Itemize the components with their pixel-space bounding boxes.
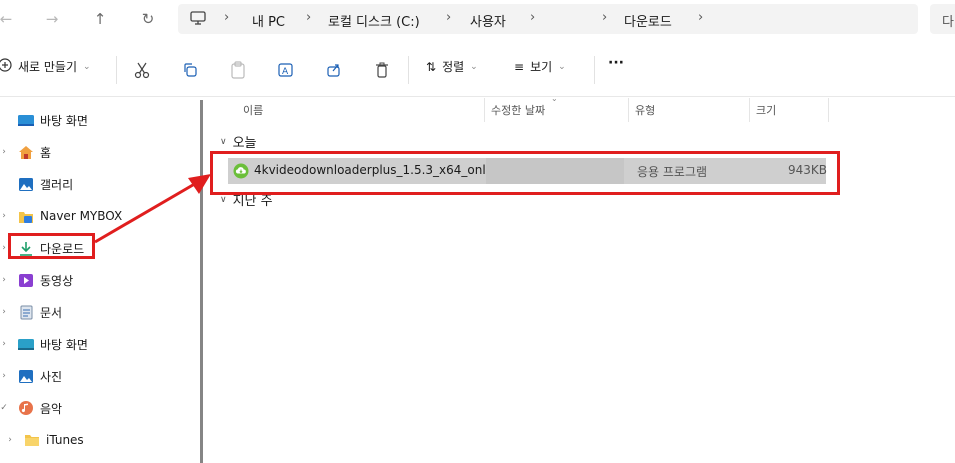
chevron-right-icon: › (306, 10, 312, 25)
breadcrumb-downloads[interactable]: 다운로드 (624, 11, 672, 30)
sort-label: 정렬 (442, 60, 465, 74)
delete-icon[interactable] (372, 60, 392, 80)
sidebar-item-label: 문서 (40, 305, 63, 320)
home-icon (18, 144, 34, 160)
address-bar[interactable]: › 내 PC › 로컬 디스크 (C:) › 사용자 › › 다운로드 › (178, 4, 918, 34)
chevron-right-icon: › (698, 10, 704, 25)
command-bar: 새로 만들기 ⌄ A ⇅ 정렬 ⌄ ≡ 보기 ⌄ ··· (0, 48, 955, 92)
toolbar-divider (408, 56, 409, 84)
breadcrumb-pc[interactable]: 내 PC (252, 11, 285, 30)
more-options-icon[interactable]: ··· (608, 55, 624, 71)
chevron-right-icon[interactable]: › (0, 243, 8, 253)
plus-circle-icon (0, 58, 12, 75)
navigation-pane: 바탕 화면 › 홈 갤러리 › Naver MYBOX › 다운로드 › 동영상… (0, 100, 200, 463)
chevron-right-icon[interactable]: › (0, 339, 8, 349)
cloud-folder-icon (18, 208, 34, 224)
annotation-arrow-icon (94, 174, 211, 244)
chevron-right-icon[interactable]: › (6, 435, 14, 445)
sidebar-item-desktop-2[interactable]: › 바탕 화면 (0, 330, 200, 358)
cut-icon[interactable] (132, 60, 152, 80)
new-label: 새로 만들기 (18, 60, 78, 74)
gallery-icon (18, 176, 34, 192)
search-box[interactable]: 다 (930, 4, 955, 34)
chevron-right-icon[interactable]: › (0, 371, 8, 381)
column-divider[interactable] (749, 98, 750, 122)
toolbar-divider (116, 56, 117, 84)
toolbar-divider (594, 56, 595, 84)
chevron-right-icon[interactable]: › (0, 275, 8, 285)
breadcrumb-local-disk[interactable]: 로컬 디스크 (C:) (328, 11, 420, 30)
svg-text:A: A (282, 67, 289, 77)
pictures-icon (18, 368, 34, 384)
sidebar-item-desktop[interactable]: 바탕 화면 (0, 106, 200, 134)
desktop-icon (18, 336, 34, 352)
desktop-icon (18, 112, 34, 128)
music-icon (18, 400, 34, 416)
view-lines-icon: ≡ (514, 59, 525, 74)
column-header-name[interactable]: 이름 (243, 102, 263, 118)
chevron-right-icon: › (446, 10, 452, 25)
sidebar-item-label: 홈 (40, 145, 52, 160)
pc-icon (190, 11, 206, 29)
document-icon (18, 304, 34, 320)
breadcrumb-users[interactable]: 사용자 (470, 11, 506, 30)
sidebar-item-music[interactable]: ✓ 음악 (0, 394, 200, 422)
sidebar-item-label: 사진 (40, 369, 63, 384)
paste-icon[interactable] (228, 60, 248, 80)
view-label: 보기 (530, 60, 553, 74)
chevron-down-icon: ⌄ (558, 61, 566, 72)
sort-chevron-icon: ⌄ (551, 94, 558, 103)
column-divider[interactable] (484, 98, 485, 122)
column-divider[interactable] (828, 98, 829, 122)
search-placeholder: 다 (942, 15, 954, 30)
sidebar-item-label: 바탕 화면 (40, 337, 88, 352)
toolbar-separator (0, 96, 955, 97)
annotation-box-downloads (8, 233, 95, 259)
forward-icon[interactable]: → (38, 6, 66, 32)
pane-splitter[interactable] (200, 100, 203, 463)
sidebar-item-label: 동영상 (40, 273, 74, 288)
sidebar-item-label: 바탕 화면 (40, 113, 88, 128)
new-button[interactable]: 새로 만들기 ⌄ (0, 58, 91, 75)
chevron-right-icon[interactable]: › (0, 147, 8, 157)
sidebar-item-documents[interactable]: › 문서 (0, 298, 200, 326)
sidebar-item-videos[interactable]: › 동영상 (0, 266, 200, 294)
chevron-right-icon: › (602, 10, 608, 25)
sort-button[interactable]: ⇅ 정렬 ⌄ (426, 58, 478, 75)
column-header-type[interactable]: 유형 (635, 102, 655, 118)
back-icon[interactable]: ← (0, 6, 20, 32)
sidebar-item-pictures[interactable]: › 사진 (0, 362, 200, 390)
chevron-down-icon[interactable]: ✓ (0, 403, 8, 413)
view-button[interactable]: ≡ 보기 ⌄ (514, 58, 566, 75)
copy-icon[interactable] (180, 60, 200, 80)
sidebar-item-label: 갤러리 (40, 177, 74, 192)
column-divider[interactable] (628, 98, 629, 122)
chevron-right-icon[interactable]: › (0, 307, 8, 317)
chevron-down-icon: ∨ (220, 136, 227, 147)
sidebar-item-label: iTunes (46, 433, 84, 447)
video-icon (18, 272, 34, 288)
chevron-down-icon: ∨ (220, 194, 227, 205)
column-header-modified[interactable]: 수정한 날짜 (491, 102, 545, 118)
sort-icon: ⇅ (426, 59, 437, 74)
share-icon[interactable] (324, 60, 344, 80)
chevron-right-icon: › (224, 10, 230, 25)
refresh-icon[interactable]: ↻ (134, 6, 162, 32)
chevron-right-icon: › (530, 10, 536, 25)
folder-icon (24, 432, 40, 448)
sidebar-item-label: 음악 (40, 401, 63, 416)
annotation-box-file (210, 151, 840, 195)
chevron-down-icon: ⌄ (470, 61, 478, 72)
sidebar-item-itunes[interactable]: › iTunes (0, 426, 206, 454)
chevron-right-icon[interactable]: › (0, 211, 8, 221)
navigation-bar: ← → ↑ ↻ › 내 PC › 로컬 디스크 (C:) › 사용자 › › 다… (0, 0, 955, 40)
up-icon[interactable]: ↑ (86, 6, 114, 32)
rename-icon[interactable]: A (276, 60, 296, 80)
group-label: 오늘 (232, 136, 257, 151)
column-header-size[interactable]: 크기 (756, 102, 776, 118)
group-header-today[interactable]: ∨ 오늘 (220, 132, 257, 151)
chevron-down-icon: ⌄ (83, 61, 91, 72)
